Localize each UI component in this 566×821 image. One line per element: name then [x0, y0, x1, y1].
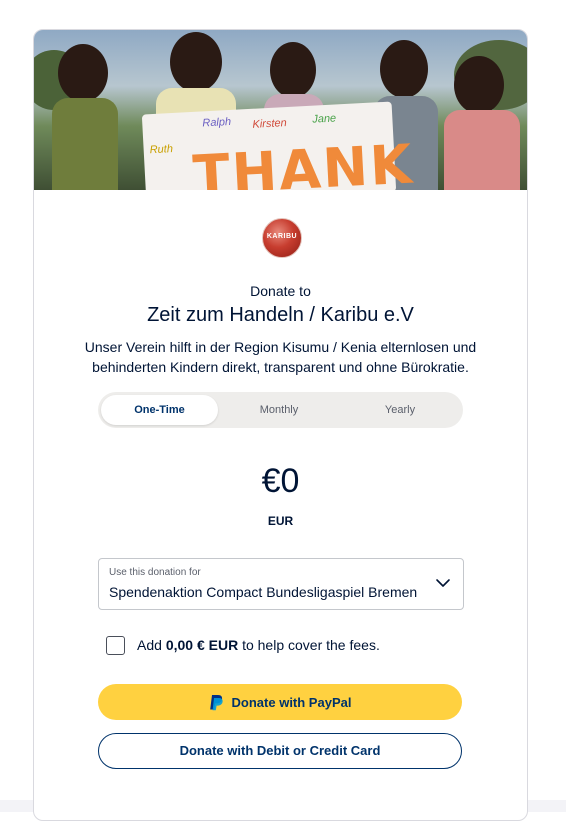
organization-name: Zeit zum Handeln / Karibu e.V [147, 304, 414, 326]
paypal-button-label: Donate with PayPal [231, 694, 352, 710]
donate-card-button[interactable]: Donate with Debit or Credit Card [98, 733, 462, 769]
cover-fees-checkbox[interactable] [106, 636, 125, 655]
donation-amount[interactable]: €0 [34, 462, 527, 501]
chevron-down-icon [436, 579, 450, 587]
frequency-selector: One-Time Monthly Yearly [98, 392, 463, 428]
banner-thank-text: THANK [191, 132, 416, 190]
cover-fees-text: Add 0,00 € EUR to help cover the fees. [137, 637, 380, 653]
donate-paypal-button[interactable]: Donate with PayPal [98, 684, 462, 720]
donation-form-card: Ralph Kirsten Jane Ruth THANK KARIBU Don… [33, 29, 528, 821]
donate-to-label: Donate to [250, 283, 311, 299]
hero-image: Ralph Kirsten Jane Ruth THANK [34, 30, 527, 190]
cover-fees-suffix: to help cover the fees. [242, 637, 380, 653]
tab-one-time[interactable]: One-Time [101, 395, 218, 425]
tab-yearly[interactable]: Yearly [341, 395, 459, 425]
tab-monthly[interactable]: Monthly [220, 395, 338, 425]
designation-select[interactable]: Use this donation for Spendenaktion Comp… [98, 558, 464, 610]
designation-value: Spendenaktion Compact Bundesligaspiel Br… [109, 584, 418, 600]
cover-fees-prefix: Add [137, 637, 162, 653]
organization-logo: KARIBU [262, 218, 302, 258]
currency-label: EUR [267, 514, 294, 528]
organization-description: Unser Verein hilft in der Region Kisumu … [84, 339, 477, 375]
thank-you-banner: Ralph Kirsten Jane Ruth THANK [141, 101, 415, 190]
paypal-icon [209, 694, 223, 710]
designation-label: Use this donation for [109, 567, 201, 578]
cover-fees-amount: 0,00 € EUR [165, 637, 239, 653]
